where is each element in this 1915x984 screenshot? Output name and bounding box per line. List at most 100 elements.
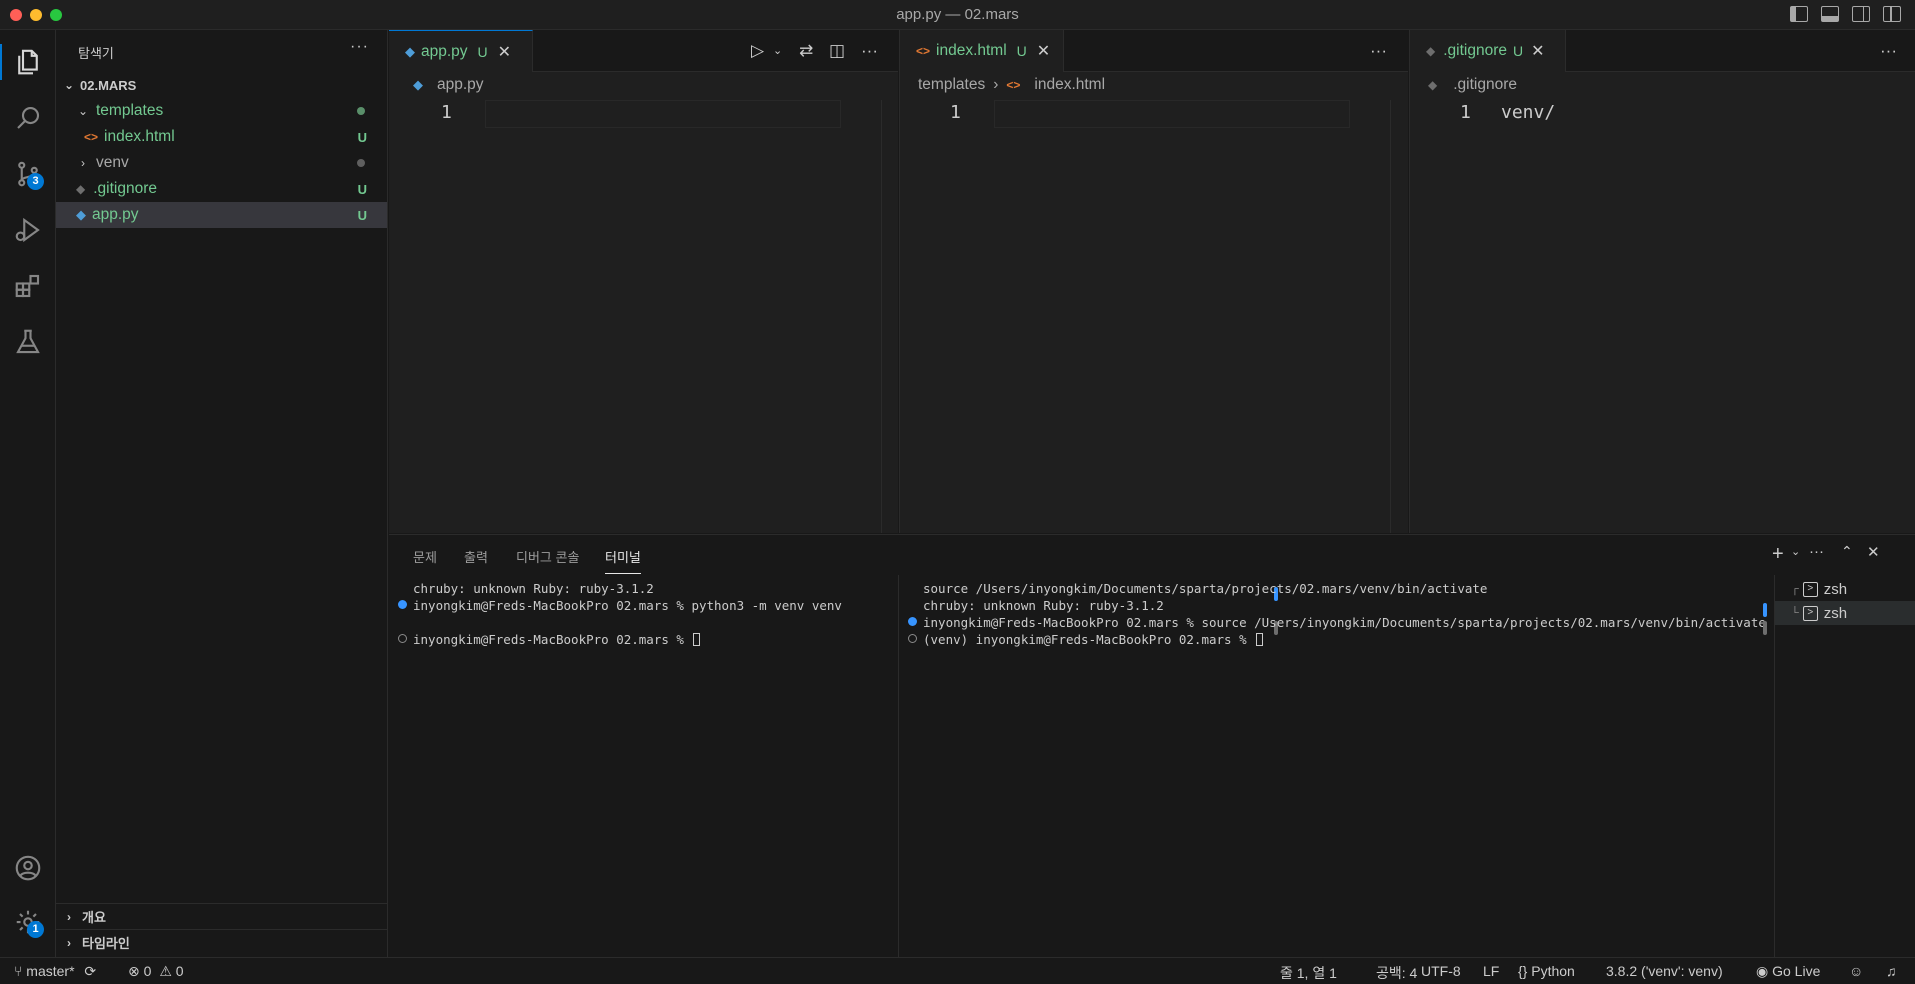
run-debug-icon[interactable] — [0, 204, 56, 256]
tree-item-templates[interactable]: ⌄ templates — [56, 98, 387, 124]
command-pending-icon[interactable] — [908, 634, 917, 643]
go-live-button[interactable]: ◉ Go Live — [1756, 963, 1820, 980]
close-tab-icon[interactable]: ✕ — [1037, 41, 1050, 61]
indentation[interactable]: 공백: 4 — [1376, 963, 1417, 983]
breadcrumb-item[interactable]: templates — [918, 76, 985, 94]
close-tab-icon[interactable]: ✕ — [498, 42, 511, 62]
more-actions-icon[interactable]: ··· — [861, 41, 878, 61]
current-line-highlight — [485, 100, 841, 128]
notifications-bell-icon[interactable]: ♫ — [1886, 963, 1897, 979]
git-status-badge: U — [477, 43, 488, 60]
terminal-prompt[interactable]: (venv) inyongkim@Freds-MacBookPro 02.mar… — [923, 632, 1264, 647]
python-interpreter[interactable]: 3.8.2 ('venv': venv) — [1606, 963, 1723, 979]
maximize-panel-icon[interactable]: ⌃ — [1841, 543, 1853, 560]
scm-badge: 3 — [27, 173, 44, 190]
tab-bar: ◆ .gitignore U ✕ ··· — [1410, 30, 1915, 72]
branch-icon: ⑂ — [14, 963, 23, 979]
settings-gear-icon[interactable]: 1 — [0, 896, 56, 948]
more-actions-icon[interactable]: ··· — [1880, 41, 1897, 61]
error-count: 0 — [143, 963, 152, 979]
minimap-edge — [1390, 100, 1391, 533]
command-success-icon[interactable] — [908, 617, 917, 626]
tree-item-venv[interactable]: › venv — [56, 150, 387, 176]
compare-changes-icon[interactable]: ⇄ — [799, 41, 813, 61]
chevron-down-icon[interactable]: ⌄ — [773, 44, 782, 57]
tab-debug-console[interactable]: 디버그 콘솔 — [516, 547, 579, 566]
bottom-panel: 문제 출력 디버그 콘솔 터미널 + ⌄ ··· ⌃ ✕ chruby: unk… — [389, 534, 1915, 958]
html-file-icon: <> — [1006, 78, 1021, 92]
cursor-position[interactable]: 줄 1, 열 1 — [1280, 963, 1337, 983]
feedback-icon[interactable]: ☺ — [1849, 963, 1863, 979]
editor-group-2: <> index.html U ✕ ··· templates › <> ind… — [899, 30, 1408, 533]
settings-badge: 1 — [27, 921, 44, 938]
run-python-icon[interactable]: ▷ — [751, 41, 764, 61]
git-file-icon: ◆ — [1428, 78, 1438, 92]
close-tab-icon[interactable]: ✕ — [1531, 41, 1544, 61]
chevron-down-icon: ⌄ — [77, 104, 89, 118]
timeline-section[interactable]: › 타임라인 — [56, 929, 387, 955]
branch-name: master* — [26, 963, 75, 979]
scrollbar-marker — [1763, 621, 1767, 635]
chevron-down-icon[interactable]: ⌄ — [1791, 545, 1800, 558]
tree-item-gitignore[interactable]: ◆ .gitignore U — [56, 176, 387, 202]
branch-indicator[interactable]: ⑂ master* ⟳ — [14, 963, 96, 980]
code-line[interactable]: venv/ — [1501, 102, 1555, 123]
tree-item-label: index.html — [104, 128, 175, 145]
language-mode[interactable]: {} Python — [1518, 963, 1575, 979]
testing-icon[interactable] — [0, 316, 56, 368]
broadcast-icon: ◉ — [1756, 963, 1769, 979]
command-pending-icon[interactable] — [398, 634, 407, 643]
tree-item-index-html[interactable]: <> index.html U — [56, 124, 387, 150]
close-panel-icon[interactable]: ✕ — [1867, 543, 1880, 561]
tab-output[interactable]: 출력 — [464, 547, 488, 566]
folder-root-label: 02.MARS — [80, 77, 137, 93]
command-success-icon[interactable] — [398, 600, 407, 609]
end-of-line[interactable]: LF — [1483, 963, 1499, 979]
tab-problems[interactable]: 문제 — [413, 547, 437, 566]
minimap-edge — [881, 100, 882, 533]
extensions-icon[interactable] — [0, 260, 56, 312]
source-control-icon[interactable]: 3 — [0, 148, 56, 200]
tab-app-py[interactable]: ◆ app.py U ✕ — [389, 30, 533, 72]
ignored-dot-icon — [357, 159, 365, 167]
customize-layout-icon[interactable] — [1883, 6, 1901, 22]
accounts-icon[interactable] — [0, 842, 56, 894]
tab-terminal[interactable]: 터미널 — [605, 547, 641, 574]
encoding[interactable]: UTF-8 — [1421, 963, 1461, 979]
terminal-name: zsh — [1823, 580, 1848, 598]
terminal-line: inyongkim@Freds-MacBookPro 02.mars % pyt… — [413, 598, 842, 613]
terminal-list-item[interactable]: ┌ > zsh — [1775, 577, 1915, 601]
panel-more-icon[interactable]: ··· — [1809, 543, 1824, 560]
search-icon[interactable] — [0, 92, 56, 144]
prompt-text: (venv) inyongkim@Freds-MacBookPro 02.mar… — [923, 632, 1255, 647]
tab-bar: <> index.html U ✕ ··· — [900, 30, 1408, 72]
terminal-line: chruby: unknown Ruby: ruby-3.1.2 — [413, 581, 654, 596]
breadcrumb: ◆ app.py — [413, 76, 484, 94]
more-actions-icon[interactable]: ··· — [1370, 41, 1387, 61]
breadcrumb-item[interactable]: .gitignore — [1453, 76, 1517, 94]
toggle-secondary-sidebar-icon[interactable] — [1852, 6, 1870, 22]
current-line-highlight — [994, 100, 1350, 128]
breadcrumb-item[interactable]: app.py — [437, 76, 484, 94]
modified-dot-icon — [357, 107, 365, 115]
problems-indicator[interactable]: ⊗ 0 ⚠ 0 — [128, 963, 184, 980]
tab-gitignore[interactable]: ◆ .gitignore U ✕ — [1410, 30, 1566, 72]
terminal-split-divider[interactable] — [898, 575, 899, 958]
sync-icon[interactable]: ⟳ — [84, 963, 96, 979]
outline-label: 개요 — [82, 910, 106, 925]
new-terminal-icon[interactable]: + — [1772, 543, 1784, 566]
warning-icon: ⚠ — [159, 963, 172, 979]
folder-root[interactable]: ⌄ 02.MARS — [56, 72, 387, 98]
terminal-line: inyongkim@Freds-MacBookPro 02.mars % sou… — [923, 615, 1766, 630]
terminal-list-item[interactable]: └ > zsh — [1775, 601, 1915, 625]
outline-section[interactable]: › 개요 — [56, 903, 387, 929]
split-editor-icon[interactable]: ◫ — [829, 41, 845, 61]
tree-item-app-py[interactable]: ◆ app.py U — [56, 202, 387, 228]
toggle-panel-icon[interactable] — [1821, 6, 1839, 22]
terminal-prompt[interactable]: inyongkim@Freds-MacBookPro 02.mars % — [413, 632, 701, 647]
toggle-primary-sidebar-icon[interactable] — [1790, 6, 1808, 22]
sidebar-more-icon[interactable]: ··· — [350, 38, 369, 56]
explorer-icon[interactable] — [0, 36, 56, 88]
breadcrumb-item[interactable]: index.html — [1034, 76, 1105, 94]
tab-index-html[interactable]: <> index.html U ✕ — [900, 30, 1064, 72]
